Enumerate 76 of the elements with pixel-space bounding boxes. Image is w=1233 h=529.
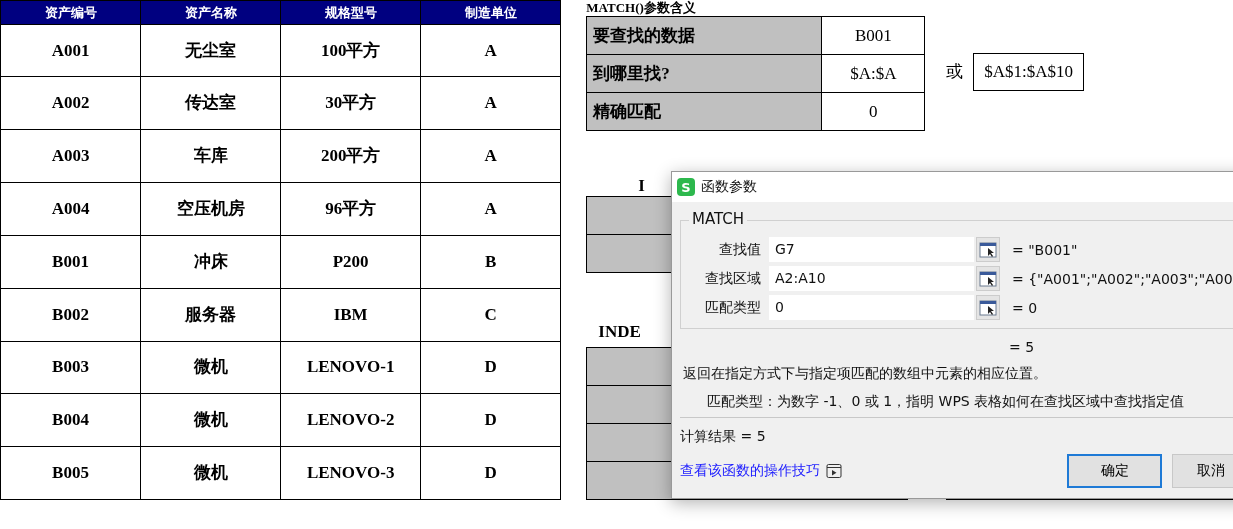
ok-button[interactable]: 确定: [1067, 454, 1162, 488]
table-cell: D: [420, 341, 561, 394]
table-cell: A: [420, 129, 561, 183]
input-field[interactable]: G7: [769, 237, 974, 262]
table-cell: A003: [0, 129, 141, 183]
section-title: MATCH()参数含义: [586, 0, 697, 16]
table-cell: B: [420, 235, 561, 289]
argument-result: = {"A001";"A002";"A003";"A00: [1012, 270, 1233, 287]
input-field[interactable]: A2:A10: [769, 266, 974, 291]
table-cell: A002: [0, 76, 141, 130]
table-cell: B001: [821, 16, 925, 55]
table-cell: 要查找的数据: [586, 16, 822, 55]
table-cell: 200平方: [280, 129, 421, 183]
table-cell: $A$1:$A$10: [973, 53, 1085, 91]
table-cell: A: [420, 182, 561, 236]
table-cell: IBM: [280, 288, 421, 341]
cancel-button[interactable]: 取消: [1172, 454, 1233, 488]
table-cell: 精确匹配: [586, 92, 822, 131]
table-cell: 无尘室: [140, 24, 281, 77]
argument-label: 匹配类型: [704, 298, 762, 317]
table-cell: 到哪里找?: [586, 54, 822, 93]
argument-label: 查找值: [718, 240, 762, 259]
section-title: I: [638, 176, 645, 196]
table-cell: 车库: [140, 129, 281, 183]
range-picker-button[interactable]: [976, 266, 1000, 291]
table-cell: $A:$A: [821, 54, 925, 93]
column-header: 制造单位: [420, 0, 561, 25]
table-cell: D: [420, 393, 561, 447]
table-cell: 96平方: [280, 182, 421, 236]
column-header: 资产编号: [0, 0, 141, 25]
table-cell: A004: [0, 182, 141, 236]
table-cell: 0: [821, 92, 925, 131]
table-cell: 服务器: [140, 288, 281, 341]
column-header: 资产名称: [140, 0, 281, 25]
table-cell: A001: [0, 24, 141, 77]
table-cell: 微机: [140, 393, 281, 447]
function-description: 返回在指定方式下与指定项匹配的数组中元素的相应位置。: [683, 365, 1048, 383]
table-cell: A: [420, 76, 561, 130]
table-cell: LENOVO-3: [280, 446, 421, 500]
table-cell: C: [420, 288, 561, 341]
range-select-icon: [979, 299, 997, 316]
table-cell: 传达室: [140, 76, 281, 130]
table-cell: P200: [280, 235, 421, 289]
formula-result: = 5: [1009, 339, 1036, 355]
or-label: 或: [946, 61, 964, 83]
table-cell: D: [420, 446, 561, 500]
help-link[interactable]: 查看该函数的操作技巧: [680, 462, 820, 480]
table-cell: 微机: [140, 446, 281, 500]
dialog-title: 函数参数: [701, 178, 757, 196]
video-icon: [826, 463, 842, 479]
table-cell: 100平方: [280, 24, 421, 77]
table-cell: B003: [0, 341, 141, 394]
input-field[interactable]: 0: [769, 295, 974, 320]
argument-label: 查找区域: [704, 269, 762, 288]
range-select-icon: [979, 241, 997, 258]
section-title: INDE: [598, 321, 641, 343]
table-cell: B004: [0, 393, 141, 447]
column-header: 规格型号: [280, 0, 421, 25]
argument-help: 匹配类型：为数字 -1、0 或 1，指明 WPS 表格如何在查找区域中查找指定值: [707, 393, 1186, 411]
table-cell: 30平方: [280, 76, 421, 130]
table-cell: B001: [0, 235, 141, 289]
argument-result: = "B001": [1012, 241, 1078, 258]
table-cell: LENOVO-2: [280, 393, 421, 447]
argument-result: = 0: [1012, 299, 1038, 316]
calculation-result: 计算结果 = 5: [680, 428, 767, 446]
range-select-icon: [979, 270, 997, 287]
table-cell: B005: [0, 446, 141, 500]
table-cell: 冲床: [140, 235, 281, 289]
range-picker-button[interactable]: [976, 237, 1000, 262]
table-cell: LENOVO-1: [280, 341, 421, 394]
table-cell: 微机: [140, 341, 281, 394]
table-cell: B002: [0, 288, 141, 341]
table-cell: A: [420, 24, 561, 77]
table-cell: 空压机房: [140, 182, 281, 236]
app-logo-icon: S: [677, 178, 695, 196]
range-picker-button[interactable]: [976, 295, 1000, 320]
